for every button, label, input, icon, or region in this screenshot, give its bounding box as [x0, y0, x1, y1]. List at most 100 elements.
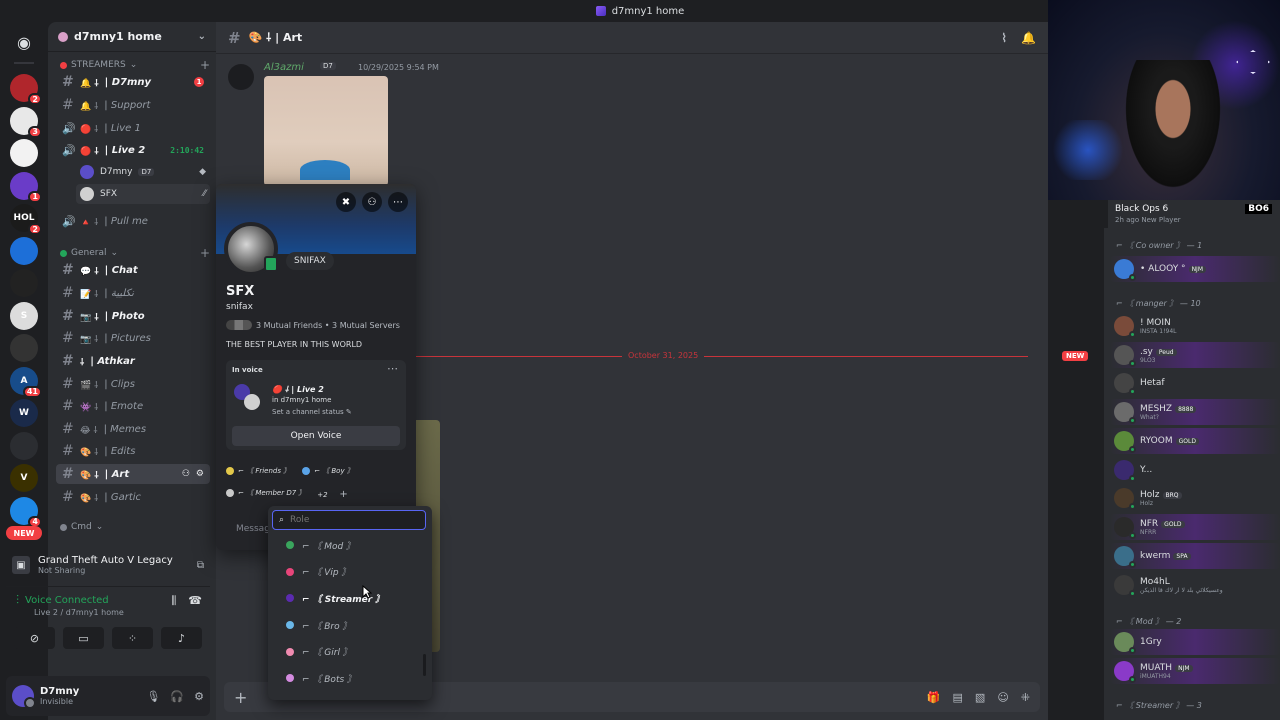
- avatar[interactable]: [228, 64, 254, 90]
- add-role-icon[interactable]: +: [339, 489, 347, 500]
- gear-icon[interactable]: ⚙: [196, 469, 204, 479]
- activities-button[interactable]: ⁘: [112, 627, 153, 649]
- channel-item[interactable]: # 💬 ⸸ | Chat: [56, 260, 210, 280]
- gift-icon[interactable]: 🎁: [927, 691, 941, 704]
- sticker-icon[interactable]: ▧: [975, 691, 985, 704]
- role-option[interactable]: ⌐ 〘 Bots 〙: [268, 665, 426, 692]
- server-icon[interactable]: 2: [10, 74, 42, 105]
- role-option[interactable]: ⌐ 〘 Vip 〙: [268, 559, 426, 586]
- mutual-info[interactable]: 3 Mutual Friends • 3 Mutual Servers: [226, 320, 400, 330]
- set-channel-status[interactable]: Set a channel status ✎: [272, 408, 352, 416]
- more-icon[interactable]: ⋯: [387, 362, 398, 375]
- threads-icon[interactable]: ⌇: [1001, 31, 1007, 45]
- category-general[interactable]: General ⌄ +: [60, 246, 210, 260]
- add-channel-icon[interactable]: +: [200, 58, 210, 72]
- role-option[interactable]: ⌐ 〘 Girl 〙: [268, 638, 426, 665]
- member-item[interactable]: NFR GOLD NFRR: [1110, 514, 1280, 540]
- role-pill[interactable]: ⌐ 〘 Boy 〙: [302, 466, 354, 476]
- add-member-icon[interactable]: ⚇: [182, 469, 190, 479]
- server-icon[interactable]: [10, 236, 38, 265]
- channel-item[interactable]: 🔊 🔴 ⸸ | Live 2 2:10:42: [56, 140, 210, 160]
- member-item[interactable]: ! MOIN INSTA 1!94L: [1110, 313, 1280, 339]
- message-author[interactable]: Al3azmi: [264, 62, 304, 73]
- tools-icon[interactable]: ✖: [336, 192, 356, 212]
- soundboard-button[interactable]: ♪: [161, 627, 202, 649]
- open-voice-button[interactable]: Open Voice: [232, 426, 400, 446]
- plus-icon[interactable]: +: [234, 688, 247, 707]
- role-option[interactable]: ⌐ 〘 Bro 〙: [268, 612, 426, 639]
- channel-item[interactable]: # 📷 ⸸ | Pictures: [56, 328, 210, 348]
- server-icon[interactable]: [10, 334, 38, 362]
- more-roles[interactable]: +2: [317, 491, 327, 499]
- member-item[interactable]: 1Gry: [1110, 629, 1280, 655]
- headphones-icon[interactable]: 🎧: [170, 690, 184, 703]
- channel-item[interactable]: # 📷 ⸸ | Photo: [56, 306, 210, 326]
- voice-channel-location[interactable]: Live 2 / d7mny1 home: [6, 608, 210, 617]
- server-icon[interactable]: V: [10, 464, 38, 492]
- channel-item[interactable]: # 🎨 ⸸ | Edits: [56, 441, 210, 461]
- gif-icon[interactable]: ▤: [953, 691, 963, 704]
- server-icon[interactable]: A 41: [10, 366, 42, 398]
- disconnect-icon[interactable]: ☎: [188, 594, 202, 608]
- server-icon[interactable]: W: [10, 399, 38, 427]
- server-icon[interactable]: [10, 139, 38, 167]
- server-icon[interactable]: 4: [10, 496, 42, 528]
- user-panel[interactable]: D7mny Invisible 🎙 🎧 ⚙: [6, 676, 210, 716]
- channel-item[interactable]: 🔊 🔺 ⸸ | Pull me: [56, 211, 210, 231]
- member-item[interactable]: • ALOOY ° NJM: [1110, 256, 1280, 282]
- member-item[interactable]: RYOOM GOLD: [1110, 428, 1280, 454]
- channel-item[interactable]: # ⸸ | Athkar: [56, 351, 210, 371]
- role-search-field[interactable]: ⌕: [272, 510, 426, 530]
- server-icon[interactable]: [10, 431, 38, 460]
- member-item[interactable]: MUATH NJM iMUATH94: [1110, 658, 1280, 684]
- profile-avatar[interactable]: [224, 222, 278, 276]
- scrollbar[interactable]: [423, 654, 426, 676]
- channel-item[interactable]: # 😂 ⸸ | Memes: [56, 419, 210, 439]
- member-item[interactable]: Hetaf: [1110, 370, 1280, 396]
- server-icon[interactable]: 1: [10, 171, 42, 203]
- channel-item[interactable]: # 📝 ⸸ | نكليية: [56, 283, 210, 303]
- category-streamers[interactable]: STREAMERS ⌄ +: [60, 58, 210, 72]
- member-item[interactable]: kwerm SPA: [1110, 543, 1280, 569]
- emoji-icon[interactable]: ☺: [997, 691, 1008, 704]
- add-channel-icon[interactable]: +: [200, 246, 210, 260]
- member-item[interactable]: Holz BRQ Holz: [1110, 485, 1280, 511]
- guild-header[interactable]: d7mny1 home ⌄: [48, 22, 216, 52]
- member-item[interactable]: Y...: [1110, 457, 1280, 483]
- voice-connected-label[interactable]: Voice Connected: [25, 595, 109, 606]
- chevron-down-icon[interactable]: ⌄: [198, 31, 206, 42]
- server-icon[interactable]: S: [10, 301, 38, 330]
- role-option[interactable]: ⌐ 〘 Mod 〙: [268, 532, 426, 559]
- channel-item[interactable]: # 🎬 ⸸ | Clips: [56, 374, 210, 394]
- member-item[interactable]: Mo4hL وعسيكلائي بلد لا ار لاك قا الذيكن: [1110, 572, 1280, 598]
- noise-suppression-icon[interactable]: ⫼: [171, 594, 176, 608]
- channel-item[interactable]: # 🔔 ⸸ | Support: [56, 95, 210, 115]
- member-item[interactable]: MESHZ 8888 What?: [1110, 399, 1280, 425]
- channel-item[interactable]: 🔊 🔴 ⸸ | Live 1: [56, 118, 210, 138]
- channel-item[interactable]: # 👾 ⸸ | Emote: [56, 396, 210, 416]
- voice-user-sfx[interactable]: SFX ⁄⁄: [76, 184, 210, 204]
- more-icon[interactable]: ⋯: [388, 192, 408, 212]
- voice-user-d7mny[interactable]: D7mny D7 ◆: [76, 162, 210, 182]
- server-icon[interactable]: [10, 269, 38, 297]
- channel-item[interactable]: # 🔔 ⸸ | D7mny 1: [56, 72, 210, 92]
- server-icon[interactable]: 3: [10, 106, 42, 138]
- channel-item[interactable]: # 🎨 ⸸ | Art ⚇ ⚙: [56, 464, 210, 484]
- new-unreads-pill[interactable]: NEW: [6, 526, 42, 540]
- role-pill[interactable]: ⌐ 〘 Member D7 〙: [226, 488, 305, 498]
- message-image[interactable]: [264, 76, 388, 186]
- role-option[interactable]: ⌐ 〘 Streamer 〙: [268, 585, 426, 612]
- add-friend-icon[interactable]: ⚇: [362, 192, 382, 212]
- signal-icon[interactable]: ⫶: [16, 593, 19, 608]
- role-search-input[interactable]: [290, 515, 411, 525]
- member-item[interactable]: .sy Peud 9LO3: [1110, 342, 1280, 368]
- server-icon[interactable]: HOL 2: [10, 204, 42, 235]
- avatar[interactable]: [12, 685, 36, 709]
- role-pill[interactable]: ⌐ 〘 Friends 〙: [226, 466, 290, 476]
- share-screen-icon[interactable]: ⧉: [197, 560, 204, 571]
- screen-share-button[interactable]: ▭: [63, 627, 104, 649]
- microphone-icon[interactable]: 🎙: [146, 690, 160, 703]
- discord-home-icon[interactable]: ◉: [8, 26, 40, 58]
- gear-icon[interactable]: ⚙: [194, 690, 204, 703]
- channel-item[interactable]: # 🎨 ⸸ | Gartic: [56, 487, 210, 507]
